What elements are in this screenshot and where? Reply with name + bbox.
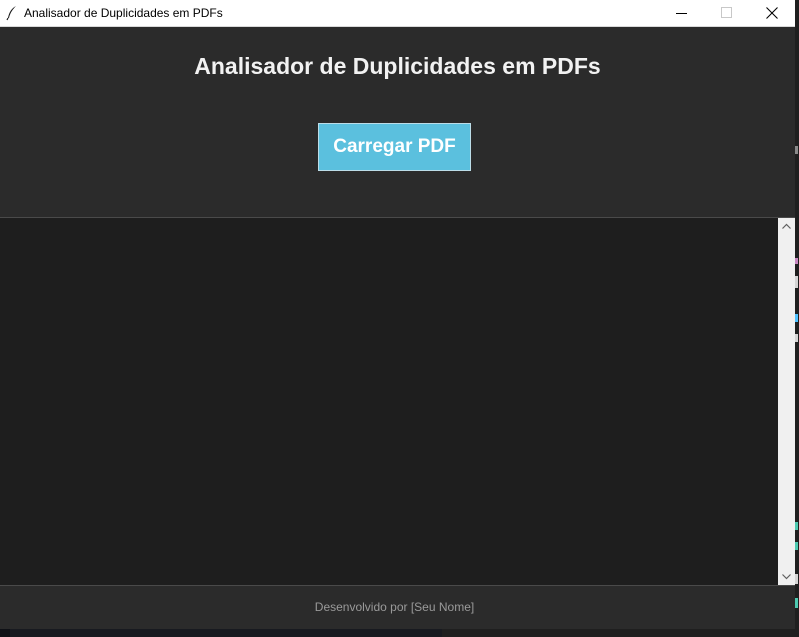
minimize-button[interactable] xyxy=(657,0,703,26)
title-bar[interactable]: Analisador de Duplicidades em PDFs xyxy=(0,0,795,27)
close-icon xyxy=(766,7,778,19)
background-editor-edge xyxy=(795,0,799,637)
minimize-icon xyxy=(676,13,687,14)
footer: Desenvolvido por [Seu Nome] xyxy=(0,586,795,629)
maximize-button[interactable] xyxy=(703,0,749,26)
scroll-down-button[interactable] xyxy=(778,568,795,585)
window-title: Analisador de Duplicidades em PDFs xyxy=(24,6,223,20)
results-text-area[interactable] xyxy=(0,218,778,585)
feather-icon xyxy=(5,5,19,21)
maximize-icon xyxy=(721,7,732,18)
header-panel: Analisador de Duplicidades em PDFs Carre… xyxy=(0,27,795,217)
load-pdf-button[interactable]: Carregar PDF xyxy=(318,123,471,171)
results-scrollbar[interactable] xyxy=(778,218,795,585)
chevron-down-icon xyxy=(782,574,791,580)
app-window: Analisador de Duplicidades em PDFs Anali… xyxy=(0,0,795,629)
chevron-up-icon xyxy=(782,223,791,229)
close-button[interactable] xyxy=(749,0,795,26)
background-editor-strip xyxy=(0,629,799,637)
footer-credit: Desenvolvido por [Seu Nome] xyxy=(314,600,475,614)
page-title: Analisador de Duplicidades em PDFs xyxy=(194,53,601,79)
scroll-up-button[interactable] xyxy=(778,218,795,235)
